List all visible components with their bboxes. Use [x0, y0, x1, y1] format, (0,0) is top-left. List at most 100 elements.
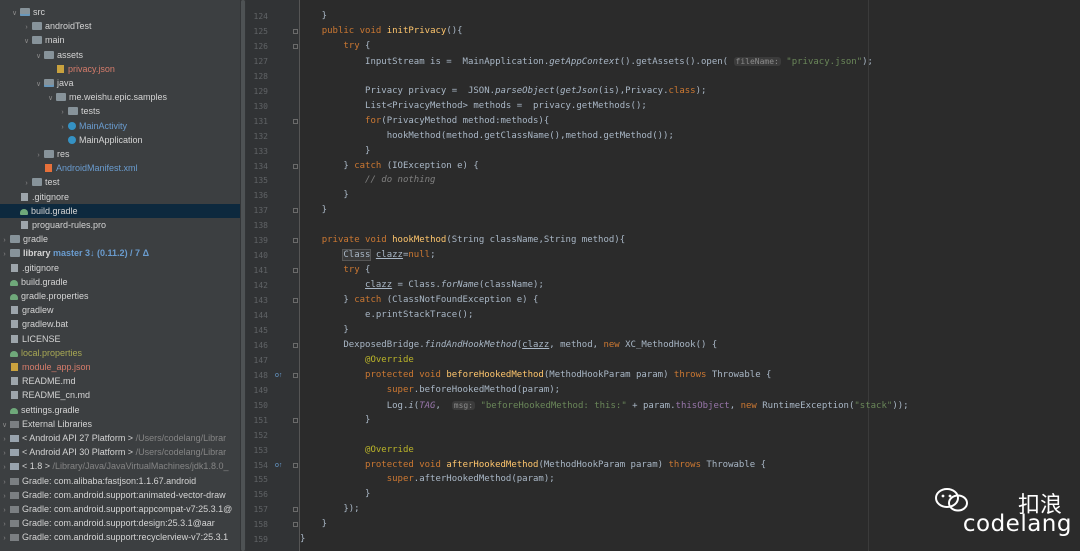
- tree-item[interactable]: ∨ java: [0, 76, 240, 90]
- chevron-right-icon[interactable]: ›: [22, 177, 31, 189]
- chevron-right-icon[interactable]: ›: [0, 504, 9, 516]
- code-line[interactable]: protected void beforeHookedMethod(Method…: [300, 368, 771, 383]
- code-line[interactable]: try {: [300, 263, 370, 278]
- chevron-right-icon[interactable]: ›: [0, 461, 9, 473]
- chevron-right-icon[interactable]: ›: [0, 433, 9, 445]
- tree-item[interactable]: › library master 3↓ (0.11.2) / 7 Δ: [0, 246, 240, 260]
- code-line[interactable]: super.afterHookedMethod(param);: [300, 472, 555, 487]
- tree-item[interactable]: › MainActivity: [0, 119, 240, 133]
- tree-item[interactable]: › < Android API 27 Platform > /Users/code…: [0, 431, 240, 445]
- tree-item[interactable]: › gradle: [0, 232, 240, 246]
- tree-item[interactable]: › Gradle: com.android.support:appcompat-v…: [0, 502, 240, 516]
- code-line[interactable]: e.printStackTrace();: [300, 308, 473, 323]
- override-marker-icon[interactable]: o↑: [275, 368, 283, 383]
- code-line[interactable]: DexposedBridge.findAndHookMethod(clazz, …: [300, 338, 717, 353]
- chevron-right-icon[interactable]: ›: [0, 518, 9, 530]
- tree-item[interactable]: proguard-rules.pro: [0, 218, 240, 232]
- tree-item[interactable]: › Gradle: com.alibaba:fastjson:1.1.67.and…: [0, 474, 240, 488]
- fold-marker-icon[interactable]: [293, 372, 298, 378]
- fold-marker-icon[interactable]: [293, 298, 298, 304]
- tree-item[interactable]: README_cn.md: [0, 388, 240, 402]
- tree-item[interactable]: gradle.properties: [0, 289, 240, 303]
- tree-item[interactable]: .gitignore: [0, 261, 240, 275]
- code-line[interactable]: }: [300, 323, 348, 338]
- code-line[interactable]: clazz = Class.forName(className);: [300, 278, 544, 293]
- chevron-down-icon[interactable]: ∨: [46, 92, 55, 104]
- code-line[interactable]: public void initPrivacy(){: [300, 24, 463, 39]
- code-line[interactable]: }: [300, 413, 370, 428]
- tree-item[interactable]: AndroidManifest.xml: [0, 161, 240, 175]
- project-tree-scroll-thumb[interactable]: [241, 0, 245, 551]
- tree-item[interactable]: › res: [0, 147, 240, 161]
- code-line[interactable]: List<PrivacyMethod> methods = privacy.ge…: [300, 99, 647, 114]
- fold-marker-icon[interactable]: [293, 268, 298, 274]
- tree-item[interactable]: ∨ main: [0, 33, 240, 47]
- code-line[interactable]: });: [300, 502, 359, 517]
- code-line[interactable]: }: [300, 188, 348, 203]
- override-marker-icon[interactable]: o↑: [275, 458, 283, 473]
- code-line[interactable]: Log.i(TAG, msg: "beforeHookedMethod: thi…: [300, 398, 909, 413]
- code-line[interactable]: super.beforeHookedMethod(param);: [300, 383, 560, 398]
- tree-item[interactable]: ∨ me.weishu.epic.samples: [0, 90, 240, 104]
- chevron-right-icon[interactable]: ›: [22, 21, 31, 33]
- tree-item[interactable]: local.properties: [0, 346, 240, 360]
- chevron-right-icon[interactable]: ›: [0, 532, 9, 544]
- fold-marker-icon[interactable]: [293, 417, 298, 423]
- code-line[interactable]: Class clazz=null;: [300, 248, 436, 263]
- tree-item[interactable]: gradlew: [0, 303, 240, 317]
- chevron-right-icon[interactable]: ›: [0, 248, 9, 260]
- fold-marker-icon[interactable]: [293, 342, 298, 348]
- tree-item[interactable]: LICENSE: [0, 332, 240, 346]
- tree-item[interactable]: › androidTest: [0, 19, 240, 33]
- fold-marker-icon[interactable]: [293, 43, 298, 49]
- chevron-right-icon[interactable]: ›: [0, 490, 9, 502]
- code-line[interactable]: for(PrivacyMethod method:methods){: [300, 114, 549, 129]
- code-line[interactable]: } catch (ClassNotFoundException e) {: [300, 293, 538, 308]
- code-line[interactable]: }: [300, 517, 327, 532]
- fold-marker-icon[interactable]: [293, 28, 298, 34]
- chevron-down-icon[interactable]: ∨: [10, 7, 19, 19]
- code-line[interactable]: try {: [300, 39, 370, 54]
- chevron-down-icon[interactable]: ∨: [34, 78, 43, 90]
- tree-item[interactable]: › Gradle: com.android.support:animated-ve…: [0, 488, 240, 502]
- code-line[interactable]: @Override: [300, 443, 414, 458]
- tree-item[interactable]: settings.gradle: [0, 403, 240, 417]
- code-line[interactable]: } catch (IOException e) {: [300, 159, 478, 174]
- code-line[interactable]: }: [300, 9, 327, 24]
- chevron-right-icon[interactable]: ›: [58, 121, 67, 133]
- tree-item[interactable]: module_app.json: [0, 360, 240, 374]
- code-line[interactable]: @Override: [300, 353, 414, 368]
- tree-item[interactable]: › tests: [0, 104, 240, 118]
- code-line[interactable]: }: [300, 203, 327, 218]
- tree-item[interactable]: build.gradle: [0, 275, 240, 289]
- tree-item[interactable]: ∨ assets: [0, 48, 240, 62]
- tree-item[interactable]: gradlew.bat: [0, 317, 240, 331]
- code-line[interactable]: hookMethod(method.getClassName(),method.…: [300, 129, 674, 144]
- code-line[interactable]: Privacy privacy = JSON.parseObject(getJs…: [300, 84, 706, 99]
- tree-item[interactable]: MainApplication: [0, 133, 240, 147]
- tree-item[interactable]: build.gradle: [0, 203, 240, 218]
- chevron-down-icon[interactable]: ∨: [22, 35, 31, 47]
- fold-marker-icon[interactable]: [293, 238, 298, 244]
- tree-item[interactable]: › Gradle: com.android.support:recyclervie…: [0, 530, 240, 544]
- chevron-right-icon[interactable]: ›: [0, 234, 9, 246]
- chevron-down-icon[interactable]: ∨: [34, 50, 43, 62]
- tree-item[interactable]: README.md: [0, 374, 240, 388]
- fold-marker-icon[interactable]: [293, 118, 298, 124]
- code-line[interactable]: }: [300, 144, 370, 159]
- tree-item[interactable]: › < Android API 30 Platform > /Users/code…: [0, 445, 240, 459]
- code-line[interactable]: InputStream is = MainApplication.getAppC…: [300, 54, 873, 69]
- tree-item[interactable]: › < 1.8 > /Library/Java/JavaVirtualMachin…: [0, 459, 240, 473]
- tree-item[interactable]: privacy.json: [0, 62, 240, 76]
- fold-marker-icon[interactable]: [293, 507, 298, 513]
- tree-item[interactable]: ∨ src: [0, 5, 240, 19]
- code-line[interactable]: }: [300, 532, 305, 547]
- fold-marker-icon[interactable]: [293, 462, 298, 468]
- fold-marker-icon[interactable]: [293, 208, 298, 214]
- fold-marker-icon[interactable]: [293, 163, 298, 169]
- chevron-right-icon[interactable]: ›: [0, 476, 9, 488]
- tree-item[interactable]: .gitignore: [0, 190, 240, 204]
- tree-item[interactable]: ∨ External Libraries: [0, 417, 240, 431]
- code-line[interactable]: private void hookMethod(String className…: [300, 233, 625, 248]
- tree-item[interactable]: › test: [0, 175, 240, 189]
